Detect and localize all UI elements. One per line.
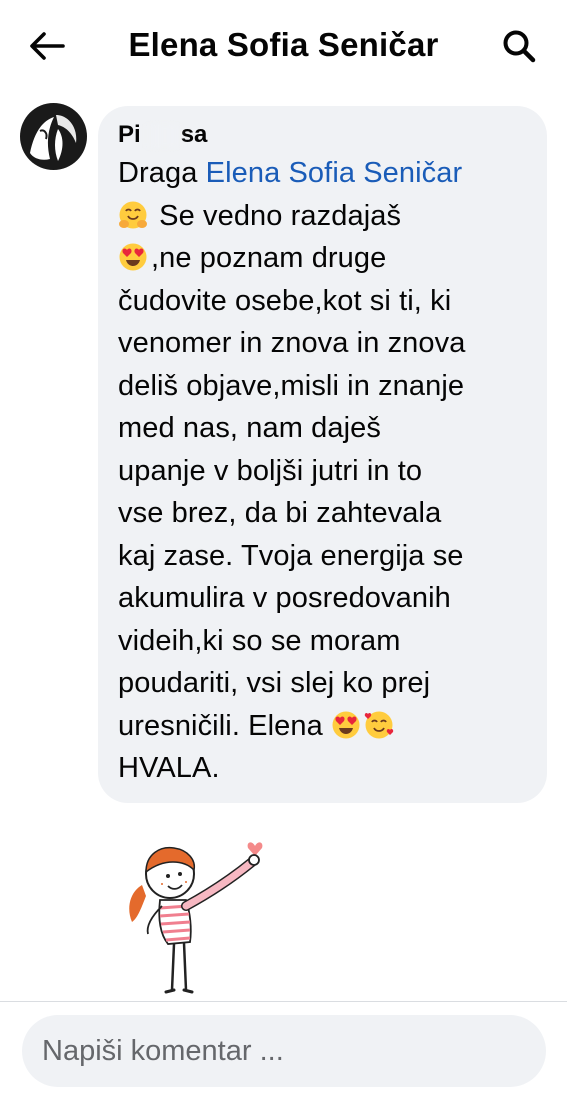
comment-text: Draga Elena Sofia Seničar Se vedno razda…	[118, 152, 529, 790]
comment-line: HVALA.	[118, 747, 529, 790]
comment-line: med nas, nam daješ	[118, 407, 529, 450]
waving-girl-sticker	[112, 830, 277, 1005]
comment-line: deliš objave,misli in znanje	[118, 365, 529, 408]
comment-line: Draga Elena Sofia Seničar	[118, 152, 529, 195]
search-button[interactable]	[498, 26, 540, 66]
comment-line-text: čudovite osebe,kot si ti, ki	[118, 284, 452, 317]
comment-line: videih,ki so se moram	[118, 620, 529, 663]
comment-line: poudariti, vsi slej ko prej	[118, 662, 529, 705]
comment-line-text: Se vedno razdajaš	[151, 199, 402, 232]
comment-bubble: Pi sa Draga Elena Sofia Seničar Se vedno …	[98, 106, 547, 803]
hugging-face-icon	[118, 200, 148, 230]
comment-line-text: uresničili. Elena	[118, 709, 331, 742]
comment-input[interactable]	[42, 1015, 522, 1087]
comment-line-text: ,ne poznam druge	[151, 242, 387, 274]
page-title: Elena Sofia Seničar	[128, 26, 439, 63]
commenter-avatar[interactable]	[20, 103, 87, 170]
comment-line: čudovite osebe,kot si ti, ki	[118, 280, 529, 323]
comment-line-text: med nas, nam daješ	[118, 412, 381, 444]
heart-eyes-icon	[118, 242, 148, 272]
comment-line: kaj zase. Tvoja energija se	[118, 535, 529, 578]
author-name-redaction	[144, 124, 182, 148]
smiling-face-with-hearts-icon	[364, 710, 394, 740]
comment-author[interactable]: Pi sa	[118, 120, 207, 150]
comment-line-text: akumulira v posredovanih	[118, 582, 451, 614]
comment-line: ,ne poznam druge	[118, 237, 529, 280]
comment-line: vse brez, da bi zahtevala	[118, 492, 529, 535]
comment-line-text: deliš objave,misli in znanje	[118, 369, 465, 402]
comment-line-text: poudariti, vsi slej ko prej	[118, 667, 431, 699]
waving-girl-sticker-icon	[129, 842, 263, 994]
comment-line-text: Draga	[118, 157, 206, 189]
comment-line-text: venomer in znova in znova	[118, 327, 466, 359]
comment-line-text: HVALA.	[118, 752, 220, 784]
comment-line-text: kaj zase. Tvoja energija se	[118, 539, 464, 572]
comment-composer[interactable]	[22, 1015, 546, 1087]
top-bar: Elena Sofia Seničar	[0, 0, 567, 90]
comment-line: akumulira v posredovanih	[118, 577, 529, 620]
comment-line: venomer in znova in znova	[118, 322, 529, 365]
comment-line-text: upanje v boljši jutri in to	[118, 454, 423, 487]
comment-line-text: videih,ki so se moram	[118, 624, 401, 657]
comment-line: uresničili. Elena	[118, 705, 529, 748]
heart-eyes-icon	[331, 710, 361, 740]
search-icon	[503, 30, 536, 63]
comment-line: upanje v boljši jutri in to	[118, 450, 529, 493]
avatar-image-icon	[20, 103, 87, 170]
mention-link[interactable]: Elena Sofia Seničar	[206, 157, 463, 189]
comment-line: Se vedno razdajaš	[118, 195, 529, 238]
composer-divider	[0, 1001, 567, 1002]
comment-line-text: vse brez, da bi zahtevala	[118, 497, 442, 529]
